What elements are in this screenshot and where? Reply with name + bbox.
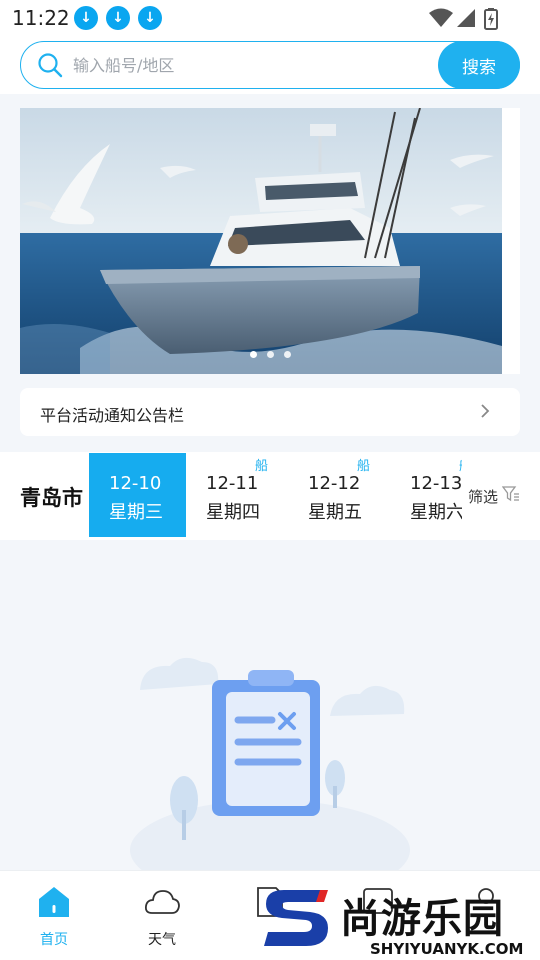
empty-state-illustration (130, 657, 410, 870)
watermark-text-en: SHYIYUANYK.COM (370, 940, 524, 958)
download-icon: ↓ (74, 6, 98, 30)
watermark-logo: 尚游乐园 SHYIYUANYK.COM (262, 882, 540, 960)
date-tab-weekday: 星期四 (206, 502, 260, 523)
banner-image (20, 108, 502, 374)
date-tab-weekday: 星期三 (109, 502, 163, 523)
status-time: 11:22 (12, 6, 70, 30)
download-icon: ↓ (138, 6, 162, 30)
search-button[interactable]: 搜索 (438, 41, 520, 89)
download-icon: ↓ (106, 6, 130, 30)
carousel-dot[interactable] (283, 351, 291, 358)
date-tab-date: 12-12 (308, 473, 361, 494)
nav-label: 天气 (148, 932, 176, 948)
date-tab-weekday: 星期五 (308, 502, 362, 523)
status-bar: 11:22 ↓ ↓ ↓ (0, 0, 540, 36)
date-strip: 青岛市 12-10 星期三 船 12-11 星期四 船 12-12 星期五 船 … (0, 452, 540, 540)
wifi-icon (429, 8, 453, 27)
carousel-dot[interactable] (249, 351, 257, 358)
nav-item-home[interactable]: 首页 (0, 871, 100, 960)
date-tab-date: 12-13 (410, 473, 463, 494)
chevron-right-icon (481, 404, 490, 418)
signal-icon (457, 9, 475, 27)
cloud-icon (144, 890, 180, 914)
date-tab-date: 12-11 (206, 473, 259, 494)
date-tab[interactable]: 船 12-12 星期五 (288, 453, 385, 537)
nav-label: 首页 (40, 932, 68, 948)
nav-item-weather[interactable]: 天气 (108, 871, 208, 960)
watermark-text-cn: 尚游乐园 (340, 896, 504, 942)
notice-text: 平台活动通知公告栏 (40, 406, 185, 425)
battery-icon (484, 8, 498, 30)
city-selector[interactable]: 青岛市 (20, 482, 83, 512)
date-tab[interactable]: 12-10 星期三 (89, 453, 186, 537)
watermark-s-logo (264, 890, 328, 946)
notice-bar[interactable]: 平台活动通知公告栏 (20, 388, 520, 436)
search-input[interactable] (73, 48, 433, 82)
carousel-dots (20, 343, 520, 362)
search-box: 搜索 (20, 41, 520, 89)
filter-label: 筛选 (468, 488, 499, 506)
filter-icon (502, 486, 519, 502)
date-tab-tag: 船 (357, 459, 371, 474)
home-icon (39, 887, 69, 917)
date-tab-date: 12-10 (109, 473, 162, 494)
carousel-dot[interactable] (266, 351, 274, 358)
search-area: 搜索 (0, 36, 540, 94)
date-tab-weekday: 星期六 (410, 502, 464, 523)
date-tab-tag: 船 (255, 459, 269, 474)
search-icon (38, 53, 63, 78)
filter-button[interactable]: 筛选 (462, 452, 540, 540)
banner-carousel[interactable] (20, 108, 520, 374)
date-tab[interactable]: 船 12-11 星期四 (186, 453, 283, 537)
